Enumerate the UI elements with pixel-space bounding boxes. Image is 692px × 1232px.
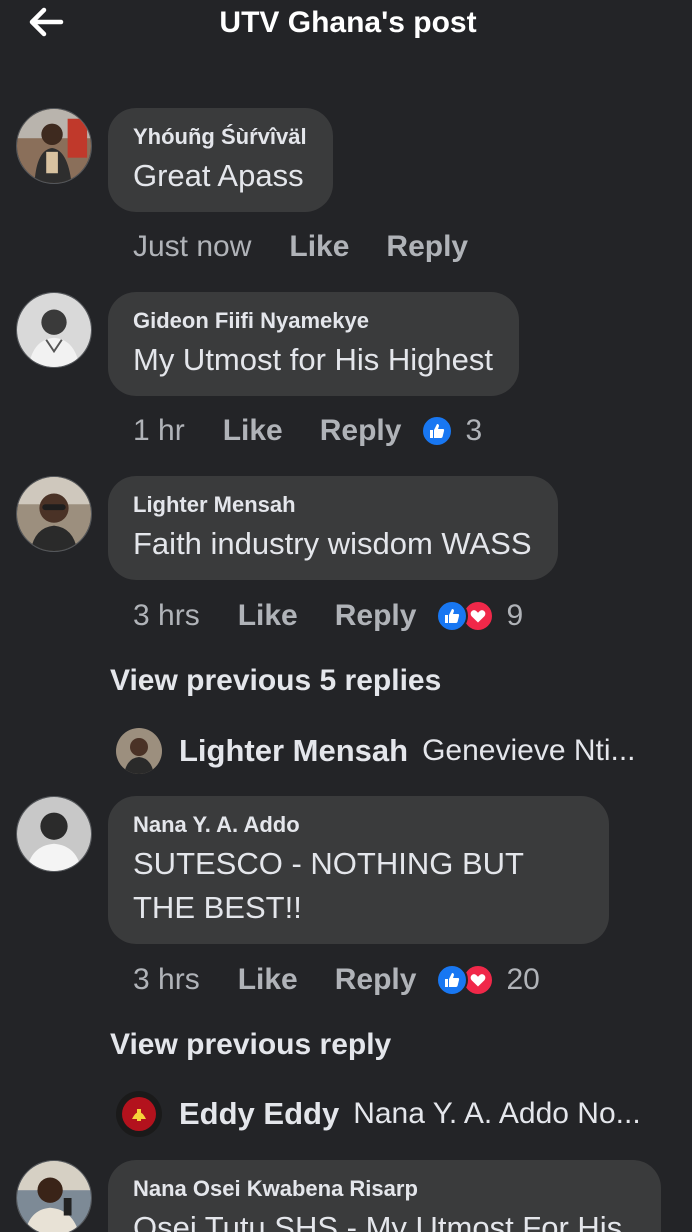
- comment-actions: 3 hrs Like Reply 9: [133, 596, 523, 636]
- reply-button[interactable]: Reply: [335, 963, 417, 997]
- reply-button[interactable]: Reply: [320, 414, 402, 448]
- comment-time: 3 hrs: [133, 599, 200, 632]
- comment-text: Great Apass: [133, 158, 304, 193]
- thumbs-up-icon: [436, 964, 469, 996]
- comment-bubble[interactable]: Yhóuñg Śùŕvîväl Great Apass: [108, 108, 333, 212]
- avatar[interactable]: [16, 796, 92, 872]
- comment-author[interactable]: Gideon Fiifi Nyamekye: [133, 308, 493, 334]
- comment-actions: 1 hr Like Reply 3: [133, 411, 482, 451]
- comment-bubble[interactable]: Lighter Mensah Faith industry wisdom WAS…: [108, 476, 558, 580]
- comment-actions: Just now Like Reply: [133, 227, 468, 267]
- top-bar: UTV Ghana's post: [0, 0, 692, 56]
- avatar: [116, 1091, 162, 1137]
- comment-text: SUTESCO - NOTHING BUT THE BEST!!: [133, 846, 524, 925]
- comment-author[interactable]: Lighter Mensah: [133, 492, 532, 518]
- comment-text: Osei Tutu SHS - My Utmost For His: [133, 1210, 623, 1232]
- reply-author[interactable]: Eddy Eddy: [179, 1096, 339, 1132]
- reply-button[interactable]: Reply: [386, 230, 468, 264]
- comment-author[interactable]: Nana Y. A. Addo: [133, 812, 583, 838]
- comment-author[interactable]: Nana Osei Kwabena Risarp: [133, 1176, 635, 1202]
- comment-time: Just now: [133, 230, 252, 263]
- avatar[interactable]: [16, 1160, 92, 1232]
- like-button[interactable]: Like: [238, 599, 298, 633]
- reply-preview[interactable]: Eddy Eddy Nana Y. A. Addo No...: [116, 1090, 641, 1138]
- comment-actions: 3 hrs Like Reply 20: [133, 960, 540, 1000]
- reply-author[interactable]: Lighter Mensah: [179, 733, 408, 769]
- reply-button[interactable]: Reply: [335, 599, 417, 633]
- reply-preview[interactable]: Lighter Mensah Genevieve Nti...: [116, 727, 636, 775]
- reaction-summary[interactable]: 9: [436, 599, 523, 633]
- comment-bubble[interactable]: Nana Osei Kwabena Risarp Osei Tutu SHS -…: [108, 1160, 661, 1232]
- thumbs-up-icon: [421, 415, 454, 447]
- comment-author[interactable]: Yhóuñg Śùŕvîväl: [133, 124, 307, 150]
- reply-text: Nana Y. A. Addo No...: [353, 1097, 641, 1130]
- comment-text: Faith industry wisdom WASS: [133, 526, 532, 561]
- thumbs-up-icon: [436, 600, 469, 632]
- page-title: UTV Ghana's post: [219, 6, 477, 39]
- reaction-count: 3: [465, 414, 483, 447]
- reaction-summary[interactable]: 3: [421, 414, 482, 448]
- comment-bubble[interactable]: Nana Y. A. Addo SUTESCO - NOTHING BUT TH…: [108, 796, 609, 944]
- comment-text: My Utmost for His Highest: [133, 342, 494, 377]
- like-button[interactable]: Like: [223, 414, 283, 448]
- reaction-summary[interactable]: 20: [436, 963, 540, 997]
- view-previous-reply[interactable]: View previous reply: [110, 1028, 391, 1062]
- comment-time: 1 hr: [133, 414, 185, 447]
- comment-time: 3 hrs: [133, 963, 200, 996]
- reply-text: Genevieve Nti...: [422, 734, 636, 767]
- avatar[interactable]: [16, 108, 92, 184]
- avatar[interactable]: [16, 476, 92, 552]
- avatar: [116, 728, 162, 774]
- reaction-count: 9: [506, 599, 524, 632]
- comment-bubble[interactable]: Gideon Fiifi Nyamekye My Utmost for His …: [108, 292, 520, 396]
- reaction-count: 20: [506, 963, 540, 996]
- like-button[interactable]: Like: [289, 230, 349, 264]
- like-button[interactable]: Like: [238, 963, 298, 997]
- avatar[interactable]: [16, 292, 92, 368]
- view-previous-replies[interactable]: View previous 5 replies: [110, 664, 441, 698]
